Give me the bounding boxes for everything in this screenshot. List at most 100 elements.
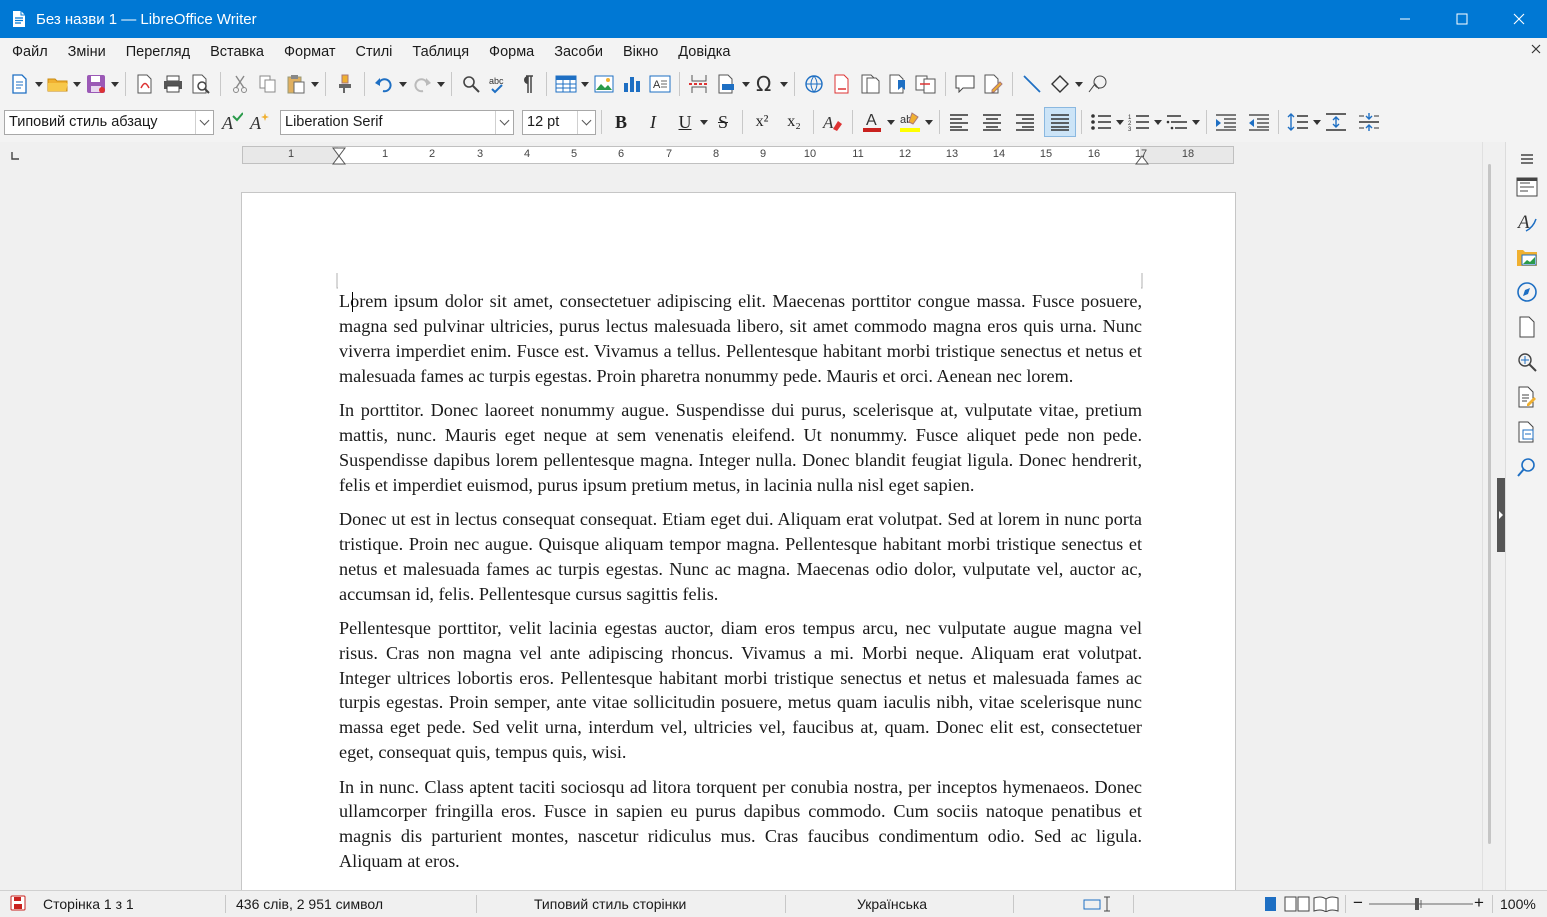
highlight-dropdown[interactable]: [924, 108, 934, 136]
new-style-icon[interactable]: A: [246, 108, 274, 136]
italic-button[interactable]: I: [639, 108, 667, 136]
menu-help[interactable]: Довідка: [668, 38, 740, 66]
insert-field-icon[interactable]: [713, 70, 741, 98]
ordered-list-icon[interactable]: 123: [1125, 108, 1153, 136]
new-document-icon[interactable]: [6, 70, 34, 98]
unordered-list-dropdown[interactable]: [1115, 108, 1125, 136]
increase-paragraph-spacing-icon[interactable]: [1322, 108, 1350, 136]
paragraph[interactable]: In in nunc. Class aptent taciti sociosqu…: [339, 775, 1142, 875]
new-document-dropdown[interactable]: [34, 70, 44, 98]
document-page[interactable]: Lorem ipsum dolor sit amet, consectetuer…: [241, 192, 1236, 890]
font-name-combo[interactable]: Liberation Serif: [280, 109, 514, 135]
paste-icon[interactable]: [282, 70, 310, 98]
align-right-icon[interactable]: [1011, 108, 1039, 136]
insert-image-icon[interactable]: [590, 70, 618, 98]
menu-insert[interactable]: Вставка: [200, 38, 274, 66]
font-size-combo[interactable]: 12 pt: [522, 109, 596, 135]
page-number-status[interactable]: Сторінка 1 з 1: [43, 896, 134, 912]
page-break-icon[interactable]: [685, 70, 713, 98]
print-icon[interactable]: [159, 70, 187, 98]
styles-icon[interactable]: A: [1514, 209, 1540, 235]
left-indent-marker-icon[interactable]: [332, 147, 346, 168]
paragraph[interactable]: In porttitor. Donec laoreet nonummy augu…: [339, 398, 1142, 498]
special-character-icon[interactable]: Ω: [751, 70, 779, 98]
design-icon[interactable]: [1514, 419, 1540, 445]
bold-button[interactable]: B: [607, 108, 635, 136]
style-inspector-icon[interactable]: [1514, 349, 1540, 375]
paragraph-style-chevron-icon[interactable]: [195, 110, 213, 134]
open-folder-icon[interactable]: [44, 70, 72, 98]
font-color-icon[interactable]: A: [858, 108, 886, 136]
page-icon[interactable]: [1514, 314, 1540, 340]
find-replace-icon[interactable]: [457, 70, 485, 98]
outline-list-icon[interactable]: [1163, 108, 1191, 136]
tab-stop-selector-icon[interactable]: [10, 148, 20, 164]
paragraph[interactable]: Lorem ipsum dolor sit amet, consectetuer…: [339, 289, 1142, 389]
font-size-chevron-icon[interactable]: [577, 110, 595, 134]
menu-window[interactable]: Вікно: [613, 38, 668, 66]
horizontal-ruler[interactable]: 1 1 2 3 4 5 6 7 8 9 10 11 12 13 14 15 16…: [242, 146, 1234, 165]
sidebar-menu-icon[interactable]: [1514, 146, 1540, 172]
hyperlink-icon[interactable]: [800, 70, 828, 98]
insert-table-icon[interactable]: [552, 70, 580, 98]
align-left-icon[interactable]: [945, 108, 973, 136]
cross-reference-icon[interactable]: [912, 70, 940, 98]
paste-dropdown[interactable]: [310, 70, 320, 98]
export-pdf-icon[interactable]: [131, 70, 159, 98]
underline-button[interactable]: U: [671, 108, 699, 136]
increase-indent-icon[interactable]: [1212, 108, 1240, 136]
menu-styles[interactable]: Стилі: [346, 38, 403, 66]
comment-icon[interactable]: [951, 70, 979, 98]
update-style-icon[interactable]: A: [218, 108, 246, 136]
insert-line-icon[interactable]: [1018, 70, 1046, 98]
ordered-list-dropdown[interactable]: [1153, 108, 1163, 136]
font-name-chevron-icon[interactable]: [495, 110, 513, 134]
properties-icon[interactable]: [1514, 174, 1540, 200]
font-color-dropdown[interactable]: [886, 108, 896, 136]
table-dropdown[interactable]: [580, 70, 590, 98]
spelling-icon[interactable]: abc: [485, 70, 513, 98]
document-body[interactable]: Lorem ipsum dolor sit amet, consectetuer…: [339, 289, 1142, 883]
zoom-in-button[interactable]: +: [1474, 893, 1484, 913]
field-dropdown[interactable]: [741, 70, 751, 98]
insert-mode-icon[interactable]: [1083, 896, 1113, 915]
close-button[interactable]: [1490, 0, 1547, 38]
footnote-icon[interactable]: [828, 70, 856, 98]
menu-view[interactable]: Перегляд: [116, 38, 200, 66]
print-preview-icon[interactable]: [187, 70, 215, 98]
page-style-status[interactable]: Типовий стиль сторінки: [534, 896, 686, 912]
decrease-paragraph-spacing-icon[interactable]: [1355, 108, 1383, 136]
multi-page-view-icon[interactable]: [1284, 896, 1310, 915]
manage-changes-icon[interactable]: [1514, 384, 1540, 410]
book-view-icon[interactable]: [1313, 896, 1339, 915]
document-area[interactable]: Lorem ipsum dolor sit amet, consectetuer…: [0, 166, 1482, 890]
subscript-button[interactable]: x₂: [780, 108, 808, 136]
unordered-list-icon[interactable]: [1087, 108, 1115, 136]
paragraph-style-combo[interactable]: Типовий стиль абзацу: [4, 109, 214, 135]
navigator-icon[interactable]: [1514, 279, 1540, 305]
minimize-button[interactable]: [1376, 0, 1433, 38]
save-dropdown[interactable]: [110, 70, 120, 98]
zoom-slider[interactable]: [1369, 896, 1473, 915]
undo-icon[interactable]: [370, 70, 398, 98]
align-center-icon[interactable]: [978, 108, 1006, 136]
language-status[interactable]: Українська: [857, 896, 927, 912]
insert-textbox-icon[interactable]: A: [646, 70, 674, 98]
endnote-icon[interactable]: [856, 70, 884, 98]
decrease-indent-icon[interactable]: [1245, 108, 1273, 136]
single-page-view-icon[interactable]: [1264, 896, 1278, 915]
clone-formatting-icon[interactable]: [331, 70, 359, 98]
menu-file[interactable]: Файл: [2, 38, 58, 66]
redo-dropdown[interactable]: [436, 70, 446, 98]
line-spacing-icon[interactable]: [1284, 108, 1312, 136]
sidebar-collapse-handle[interactable]: [1497, 478, 1505, 552]
bookmark-icon[interactable]: [884, 70, 912, 98]
menu-format[interactable]: Формат: [274, 38, 346, 66]
insert-chart-icon[interactable]: [618, 70, 646, 98]
redo-icon[interactable]: [408, 70, 436, 98]
paragraph[interactable]: Pellentesque porttitor, velit lacinia eg…: [339, 616, 1142, 765]
close-document-icon[interactable]: [1531, 41, 1541, 59]
document-modified-icon[interactable]: [10, 895, 26, 914]
gallery-icon[interactable]: [1514, 244, 1540, 270]
maximize-button[interactable]: [1433, 0, 1490, 38]
